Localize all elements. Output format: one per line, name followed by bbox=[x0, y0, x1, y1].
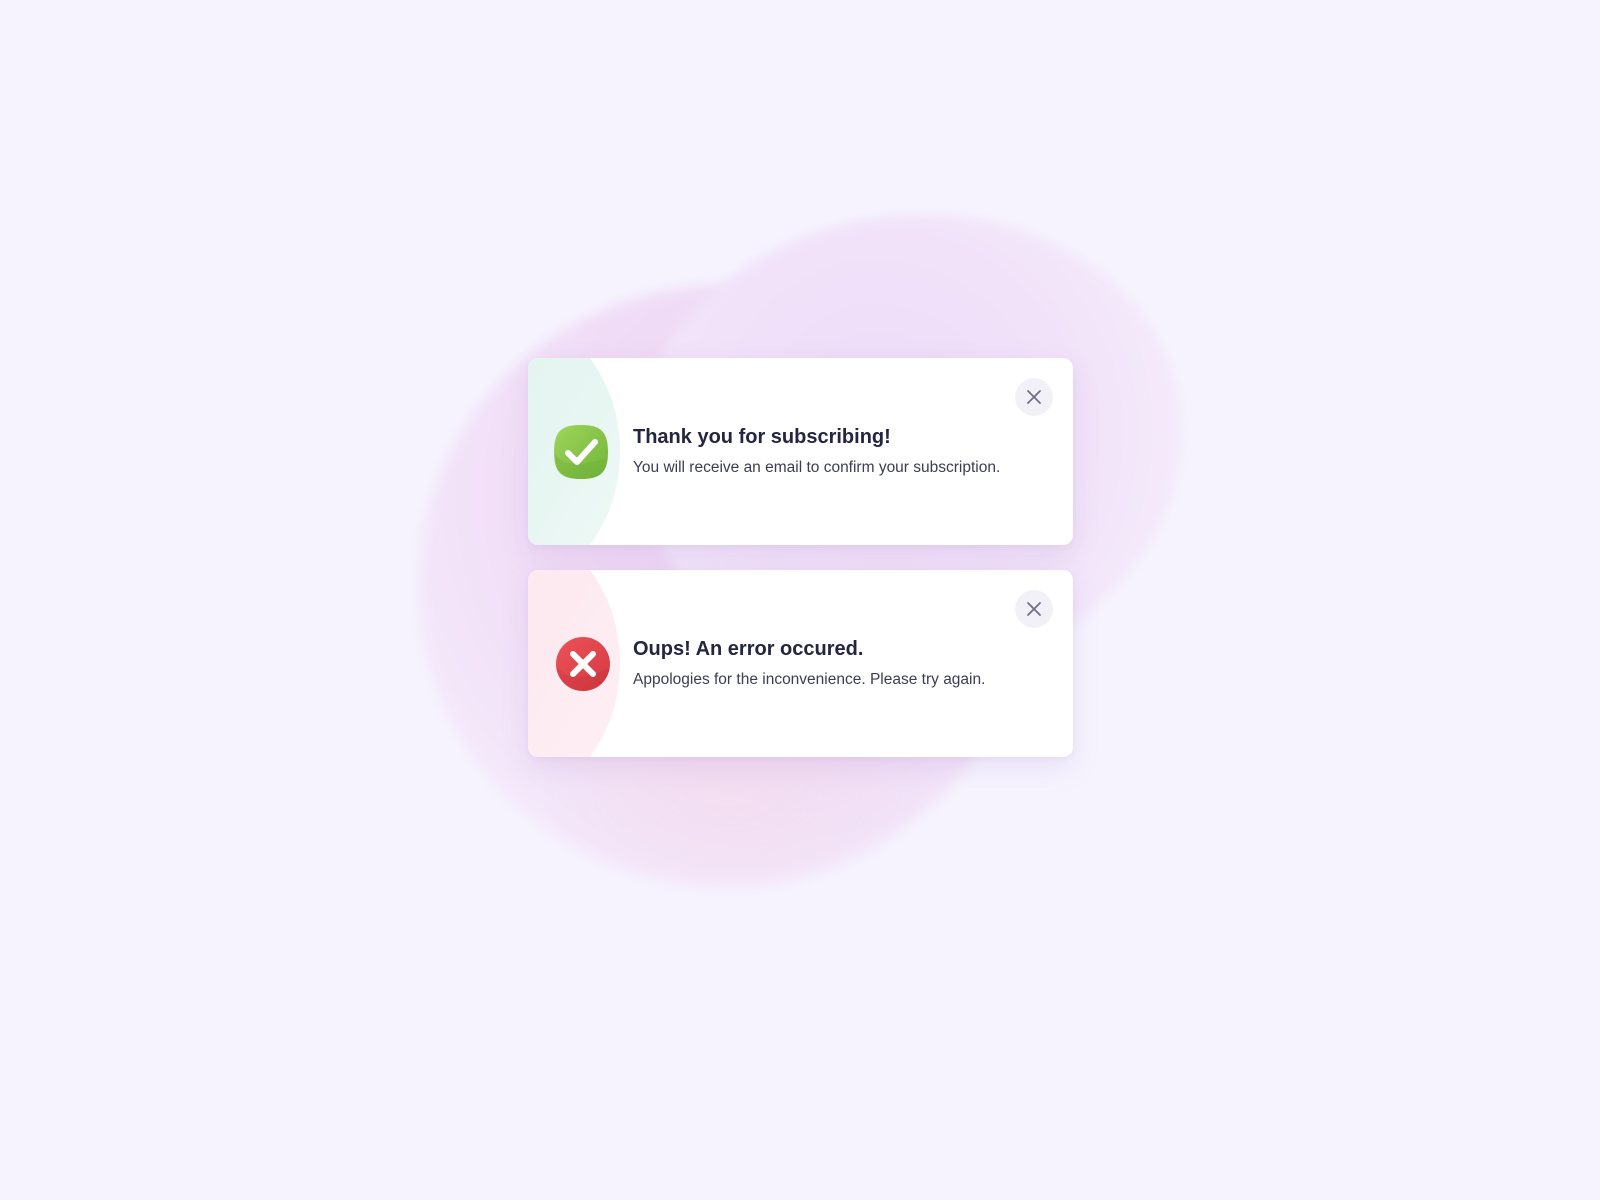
check-icon bbox=[553, 424, 609, 480]
error-x-icon bbox=[555, 636, 611, 692]
toast-content: Thank you for subscribing! You will rece… bbox=[633, 424, 1043, 479]
toast-title: Thank you for subscribing! bbox=[633, 426, 891, 448]
toast-content: Oups! An error occured. Appologies for t… bbox=[633, 636, 1043, 691]
toast-title: Oups! An error occured. bbox=[633, 638, 864, 660]
close-button[interactable] bbox=[1015, 590, 1053, 628]
close-icon bbox=[1027, 390, 1041, 404]
error-toast: Oups! An error occured. Appologies for t… bbox=[528, 570, 1073, 757]
toast-message: You will receive an email to confirm you… bbox=[633, 459, 1001, 476]
toast-message: Appologies for the inconvenience. Please… bbox=[633, 671, 986, 688]
success-toast: Thank you for subscribing! You will rece… bbox=[528, 358, 1073, 545]
close-icon bbox=[1027, 602, 1041, 616]
close-button[interactable] bbox=[1015, 378, 1053, 416]
